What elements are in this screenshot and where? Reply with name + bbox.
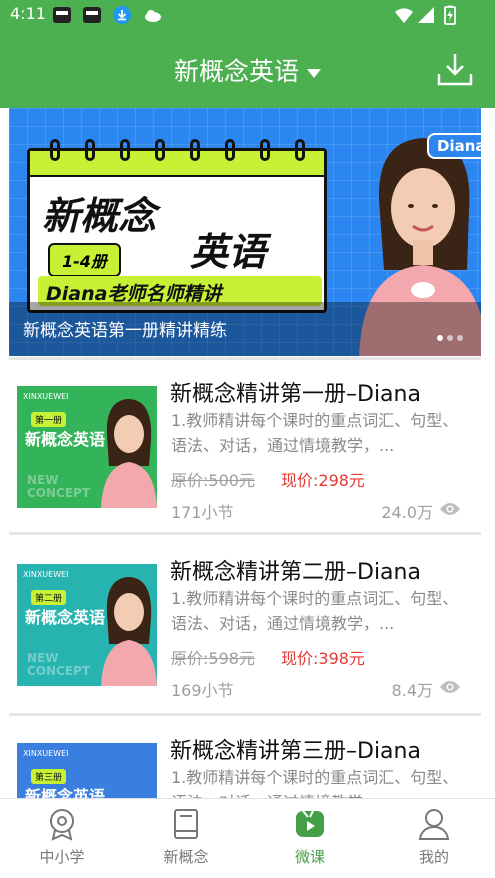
nav-item-profile[interactable]: 我的 (372, 799, 495, 878)
battery-icon (444, 5, 456, 25)
lesson-count: 171小节 (171, 503, 234, 522)
status-time: 4:11 (10, 4, 46, 23)
course-title: 新概念精讲第二册–Diana (170, 560, 421, 585)
course-description: 1.教师精讲每个课时的重点词汇、句型、语法、对话，通过情境教学，... (171, 589, 459, 633)
banner-caption: 新概念英语第一册精讲精练 (23, 321, 227, 341)
nav-label: 微课 (294, 848, 325, 866)
download-icon[interactable] (436, 50, 474, 88)
bottom-nav: 中小学 新概念 微课 我的 (0, 798, 495, 878)
lesson-count: 169小节 (171, 681, 234, 700)
original-price: 原价:500元 (171, 471, 255, 490)
thumb-title: 新概念英语 (25, 430, 106, 449)
view-count: 24.0万 (381, 503, 433, 522)
banner-headline-2: 英语 (190, 230, 267, 274)
caret-down-icon (307, 68, 321, 78)
course-title: 新概念精讲第三册–Diana (170, 739, 421, 764)
person-icon (418, 809, 450, 840)
banner-board: 新概念 英语 1-4册 Diana老师名师精讲 (27, 139, 327, 313)
weather-icon (145, 10, 161, 22)
course-item[interactable]: XINXUEWEI 第二册 新概念英语 NEW CONCEPT 新概念精讲第二册–… (9, 538, 481, 716)
signal-icon (418, 7, 434, 23)
brand-badge: Diana (427, 133, 481, 159)
course-thumbnail: XINXUEWEI 第二册 新概念英语 NEW CONCEPT (17, 564, 157, 686)
book-icon (174, 809, 198, 839)
nav-item-micro-course[interactable]: 微课 (248, 799, 372, 878)
nav-label: 新概念 (163, 848, 209, 866)
banner-carousel[interactable]: 新概念 英语 1-4册 Diana老师名师精讲 Diana 新概念英语第一册精讲… (9, 108, 481, 356)
course-item[interactable]: XINXUEWEI 第一册 新概念英语 NEW CONCEPT 新概念精讲第一册–… (9, 357, 481, 535)
wifi-icon (395, 8, 413, 23)
category-dropdown[interactable]: 新概念英语 (0, 52, 495, 88)
nav-item-primary-school[interactable]: 中小学 (0, 799, 124, 878)
current-price: 现价:298元 (281, 471, 365, 490)
current-price: 现价:398元 (281, 649, 365, 668)
view-count: 8.4万 (391, 681, 433, 700)
eye-icon (440, 681, 460, 693)
carousel-indicator (437, 326, 467, 345)
app-bar: 新概念英语 (0, 30, 495, 108)
nav-label: 我的 (418, 848, 449, 866)
app-notification-icon-2 (83, 7, 101, 23)
download-notification-icon (113, 6, 131, 24)
original-price: 原价:598元 (171, 649, 255, 668)
course-title: 新概念精讲第一册–Diana (170, 382, 421, 407)
course-description: 1.教师精讲每个课时的重点词汇、句型、语法、对话，通过情境教学，... (171, 411, 459, 455)
eye-icon (440, 503, 460, 515)
thumb-title: 新概念英语 (25, 608, 106, 627)
status-bar: 4:11 (0, 0, 495, 30)
banner-grade-pill: 1-4册 (48, 243, 121, 277)
course-thumbnail: XINXUEWEI 第一册 新概念英语 NEW CONCEPT (17, 386, 157, 508)
nav-item-new-concept[interactable]: 新概念 (124, 799, 248, 878)
app-notification-icon (53, 7, 71, 23)
medal-icon (50, 809, 74, 841)
banner-headline-1: 新概念 (42, 194, 157, 238)
page-title: 新概念英语 (173, 57, 299, 86)
play-icon (296, 810, 324, 837)
nav-label: 中小学 (39, 848, 85, 866)
